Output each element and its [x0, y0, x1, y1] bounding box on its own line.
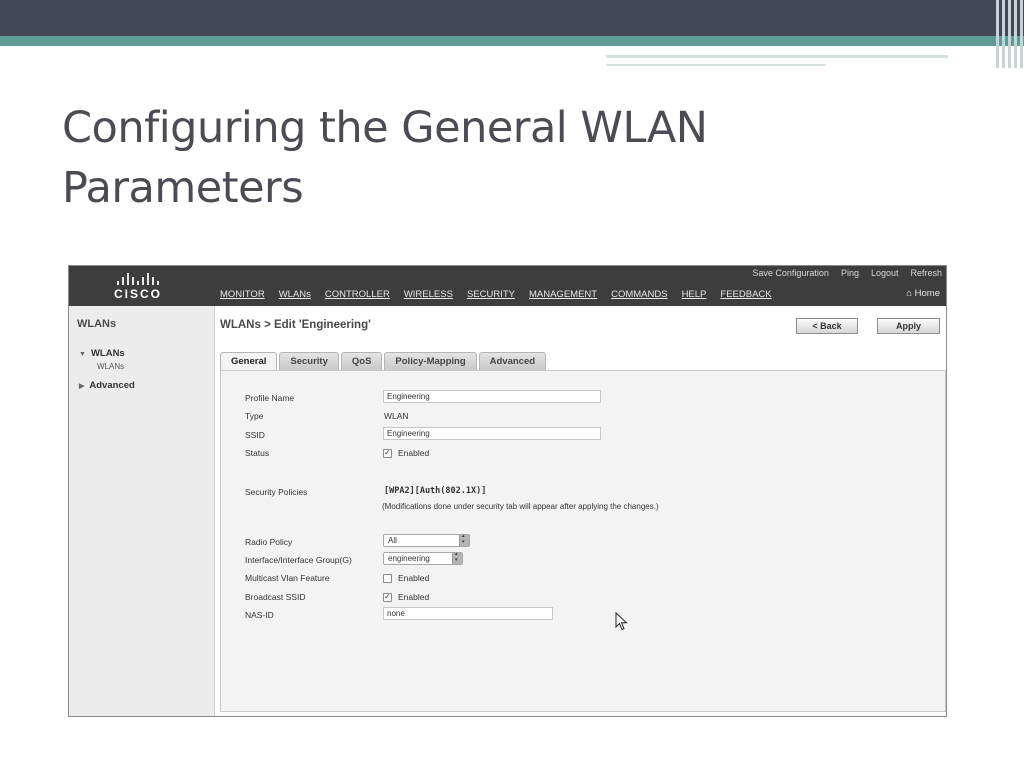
menu-monitor[interactable]: MONITOR: [220, 289, 265, 300]
tab-bar: General Security QoS Policy-Mapping Adva…: [220, 352, 547, 370]
menu-wlans[interactable]: WLANs: [279, 289, 311, 300]
slide-accent-line: [606, 55, 948, 58]
home-link[interactable]: ⌂ Home: [906, 288, 940, 299]
ping-link[interactable]: Ping: [841, 268, 859, 278]
select-arrows-icon: [452, 551, 462, 564]
sidebar-item-advanced[interactable]: ▶ Advanced: [79, 380, 135, 391]
utility-links: Save Configuration Ping Logout Refresh: [752, 268, 942, 278]
multicast-vlan-label: Multicast Vlan Feature: [245, 573, 330, 583]
wlc-screenshot: CISCO Save Configuration Ping Logout Ref…: [68, 265, 947, 717]
menu-feedback[interactable]: FEEDBACK: [720, 289, 771, 300]
slide-corner-ornament: [994, 0, 1024, 68]
slide-title-line: Parameters: [62, 163, 304, 213]
back-button[interactable]: < Back: [796, 318, 858, 334]
logout-link[interactable]: Logout: [871, 268, 899, 278]
security-policies-value: [WPA2][Auth(802.1X)]: [384, 486, 487, 496]
expanded-triangle-icon: ▼: [79, 351, 86, 358]
sidebar-item-wlans[interactable]: ▼ WLANs: [79, 348, 125, 359]
apply-button[interactable]: Apply: [877, 318, 940, 334]
broadcast-ssid-checkbox[interactable]: [383, 592, 392, 602]
slide-title: Configuring the General WLAN Parameters: [62, 98, 822, 218]
menu-controller[interactable]: CONTROLLER: [325, 289, 390, 300]
radio-policy-value: All: [388, 536, 397, 545]
multicast-vlan-checkbox[interactable]: [383, 574, 392, 583]
tab-qos[interactable]: QoS: [340, 352, 383, 370]
sidebar-item-label: WLANs: [90, 348, 125, 359]
ssid-field[interactable]: Engineering: [383, 427, 601, 440]
sidebar-title: WLANs: [77, 318, 117, 330]
menu-security[interactable]: SECURITY: [467, 289, 515, 300]
profile-name-field[interactable]: Engineering: [383, 390, 601, 403]
slide-accent-band: [0, 36, 1024, 46]
general-settings-panel: Profile Name Engineering Type WLAN SSID …: [220, 370, 946, 712]
radio-policy-select[interactable]: All: [383, 533, 470, 547]
tab-general[interactable]: General: [220, 352, 278, 370]
top-navigation-bar: CISCO Save Configuration Ping Logout Ref…: [69, 266, 946, 306]
save-configuration-link[interactable]: Save Configuration: [752, 268, 829, 278]
slide-title-line: Configuring the General WLAN: [62, 103, 708, 153]
type-label: Type: [245, 411, 264, 421]
sidebar: WLANs ▼ WLANs WLANs ▶ Advanced: [69, 306, 215, 716]
menu-management[interactable]: MANAGEMENT: [529, 289, 597, 300]
status-enabled-label: Enabled: [398, 448, 430, 458]
interface-group-label: Interface/Interface Group(G): [245, 555, 352, 565]
tab-security[interactable]: Security: [279, 352, 339, 370]
slide-header-band: [0, 0, 1024, 36]
breadcrumb: WLANs > Edit 'Engineering': [220, 319, 371, 331]
slide-accent-line: [606, 64, 826, 66]
profile-name-label: Profile Name: [245, 393, 295, 403]
multicast-vlan-enabled-label: Enabled: [398, 573, 430, 583]
cisco-logo-bars-icon: [107, 271, 169, 285]
broadcast-ssid-enabled-label: Enabled: [398, 592, 430, 602]
ssid-label: SSID: [245, 430, 265, 440]
menu-wireless[interactable]: WIRELESS: [404, 289, 453, 300]
radio-policy-label: Radio Policy: [245, 537, 293, 547]
status-enabled-checkbox[interactable]: [383, 448, 392, 458]
home-icon: ⌂: [906, 288, 913, 299]
tab-advanced[interactable]: Advanced: [478, 352, 547, 370]
interface-group-value: engineering: [388, 554, 430, 563]
nas-id-label: NAS-ID: [245, 610, 274, 620]
sidebar-item-label: Advanced: [89, 380, 135, 391]
main-menu: MONITOR WLANs CONTROLLER WIRELESS SECURI…: [220, 289, 772, 300]
type-value: WLAN: [384, 411, 409, 421]
broadcast-ssid-label: Broadcast SSID: [245, 592, 306, 602]
interface-group-select[interactable]: engineering: [383, 551, 463, 565]
refresh-link[interactable]: Refresh: [910, 268, 942, 278]
status-label: Status: [245, 448, 270, 458]
collapsed-triangle-icon: ▶: [79, 383, 85, 390]
select-arrows-icon: [459, 533, 469, 546]
menu-help[interactable]: HELP: [682, 289, 707, 300]
home-label: Home: [914, 288, 940, 299]
security-policies-note: (Modifications done under security tab w…: [382, 502, 659, 511]
security-policies-label: Security Policies: [245, 487, 308, 497]
tab-policy-mapping[interactable]: Policy-Mapping: [384, 352, 477, 370]
mouse-pointer-icon: [615, 612, 628, 631]
cisco-logo: CISCO: [107, 271, 169, 301]
menu-commands[interactable]: COMMANDS: [611, 289, 667, 300]
nas-id-field[interactable]: none: [383, 607, 553, 620]
sidebar-subitem-wlans[interactable]: WLANs: [97, 362, 124, 371]
cisco-logo-text: CISCO: [113, 287, 162, 301]
